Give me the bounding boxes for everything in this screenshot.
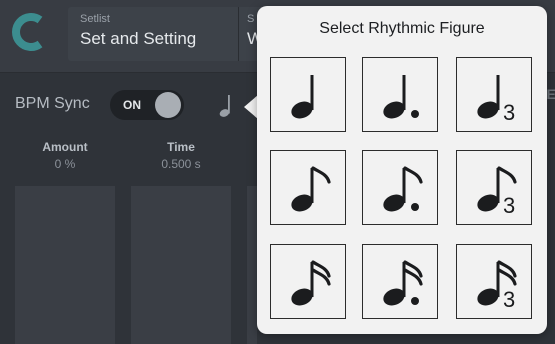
song-label: S <box>247 13 255 25</box>
setlist-label: Setlist <box>80 13 110 25</box>
param-value: 0.500 s <box>161 157 201 171</box>
dot-mark <box>411 297 419 305</box>
time-slider[interactable] <box>131 186 231 344</box>
rhythm-figure-option[interactable] <box>362 150 438 225</box>
param-time: Time 0.500 s <box>131 140 231 171</box>
app-logo-icon <box>12 13 43 51</box>
toggle-knob <box>155 92 181 118</box>
eighth-triplet-note-icon: 3 <box>477 166 517 218</box>
triplet-mark: 3 <box>503 287 515 312</box>
rhythm-figure-option[interactable] <box>270 244 346 319</box>
rhythm-figure-button-icon[interactable] <box>217 93 237 119</box>
slider-3[interactable] <box>247 186 257 344</box>
param-value: 0 % <box>54 157 76 171</box>
rhythm-figure-option[interactable] <box>362 57 438 132</box>
setlist-value: Set and Setting <box>80 29 197 48</box>
popup-pointer <box>244 95 258 119</box>
popup-title: Select Rhythmic Figure <box>319 20 485 37</box>
quarter-note-icon <box>291 75 314 119</box>
rhythm-figure-option[interactable]: 3 <box>456 244 532 319</box>
param-amount: Amount 0 % <box>15 140 115 171</box>
dot-mark <box>411 110 419 118</box>
dot-mark <box>411 203 419 211</box>
sixteenth-note-icon <box>291 260 331 306</box>
dotted-eighth-note-icon <box>383 166 423 212</box>
bpm-sync-toggle[interactable]: ON <box>110 90 184 120</box>
rhythm-figure-option[interactable]: 3 <box>456 57 532 132</box>
param-name: Time <box>167 140 195 154</box>
triplet-mark: 3 <box>503 100 515 125</box>
quarter-triplet-note-icon: 3 <box>477 75 515 125</box>
dotted-quarter-note-icon <box>383 75 419 119</box>
rhythm-figure-option[interactable] <box>270 57 346 132</box>
rhythm-figure-option[interactable] <box>270 150 346 225</box>
eighth-note-icon <box>291 166 331 212</box>
setlist-selector[interactable]: Setlist Set and Setting <box>68 7 240 61</box>
rhythm-figure-option[interactable]: 3 <box>456 150 532 225</box>
triplet-mark: 3 <box>503 193 515 218</box>
dotted-sixteenth-note-icon <box>383 260 423 306</box>
sixteenth-triplet-note-icon: 3 <box>477 260 517 312</box>
param-name: Amount <box>42 140 88 154</box>
bpm-sync-label: BPM Sync <box>15 95 90 112</box>
toggle-state-text: ON <box>123 98 141 112</box>
amount-slider[interactable] <box>15 186 115 344</box>
rhythmic-figure-popup: Select Rhythmic Figure 3 3 3 <box>257 6 547 334</box>
rhythm-figure-option[interactable] <box>362 244 438 319</box>
